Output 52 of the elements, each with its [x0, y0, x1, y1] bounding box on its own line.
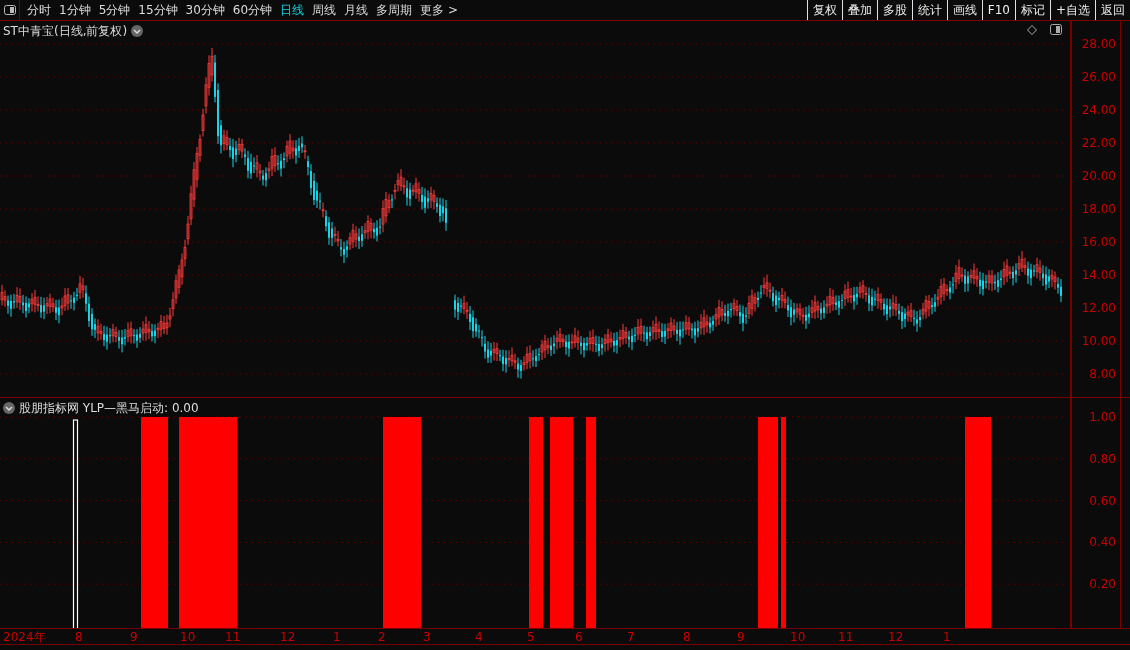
axis-label: 0.40 — [1089, 535, 1116, 550]
axis-label: 8 — [683, 629, 691, 645]
axis-label: 12 — [280, 629, 296, 645]
axis-label: 1 — [333, 629, 341, 645]
axis-label: 28.00 — [1081, 37, 1116, 51]
axis-label: 20.00 — [1081, 169, 1116, 183]
axis-label: 2024年 — [3, 629, 46, 645]
axis-label: 18.00 — [1081, 202, 1116, 216]
axis-label: 24.00 — [1081, 103, 1116, 117]
axis-label: 8.00 — [1089, 367, 1116, 381]
axis-label: 8 — [75, 629, 83, 645]
axis-label: 7 — [627, 629, 635, 645]
axis-label: 2 — [378, 629, 386, 645]
axis-label: 16.00 — [1081, 235, 1116, 249]
axis-label: 0.60 — [1089, 493, 1116, 508]
axis-label: 22.00 — [1081, 136, 1116, 150]
chevron-down-icon[interactable] — [131, 25, 144, 37]
axis-label: 0.20 — [1089, 577, 1116, 592]
period-tab[interactable]: 多周期 — [372, 0, 417, 20]
panel-toggle-icon[interactable] — [1050, 24, 1062, 35]
axis-label: 26.00 — [1081, 70, 1116, 84]
period-tab[interactable]: 月线 — [340, 0, 373, 20]
period-tab[interactable]: 日线 — [276, 0, 309, 20]
axis-label: 3 — [423, 629, 431, 645]
chart-title: ST中青宝(日线,前复权) — [3, 23, 128, 40]
period-tab[interactable]: 30分钟 — [181, 0, 229, 20]
axis-label: 1 — [943, 629, 951, 645]
period-tab[interactable]: 分时 — [23, 0, 55, 20]
period-tab[interactable]: 15分钟 — [134, 0, 182, 20]
axis-label: 6 — [575, 629, 583, 645]
axis-label: 11 — [838, 629, 854, 645]
axis-label: 0.80 — [1089, 451, 1116, 466]
chevron-down-icon[interactable] — [3, 402, 15, 414]
axis-label: 9 — [737, 629, 745, 645]
axis-label: 9 — [130, 629, 138, 645]
period-tab[interactable]: 1分钟 — [55, 0, 95, 20]
axis-label: 1.00 — [1089, 410, 1116, 424]
axis-label: 5 — [527, 629, 535, 645]
period-tab[interactable]: 周线 — [308, 0, 341, 20]
axis-label: 11 — [225, 629, 241, 645]
indicator-title: 股朋指标网 YLP—黑马启动: 0.00 — [19, 400, 199, 417]
period-tab[interactable]: 5分钟 — [94, 0, 135, 20]
axis-label: 12.00 — [1081, 301, 1116, 315]
axis-label: 10.00 — [1081, 334, 1116, 348]
axis-label: 14.00 — [1081, 268, 1116, 282]
period-tab[interactable]: 更多 > — [416, 0, 462, 20]
axis-label: 4 — [475, 629, 483, 645]
axis-label: 12 — [888, 629, 904, 645]
diamond-icon[interactable] — [1027, 25, 1037, 35]
period-tab[interactable]: 60分钟 — [228, 0, 277, 20]
axis-label: 10 — [180, 629, 196, 645]
axis-label: 10 — [790, 629, 806, 645]
